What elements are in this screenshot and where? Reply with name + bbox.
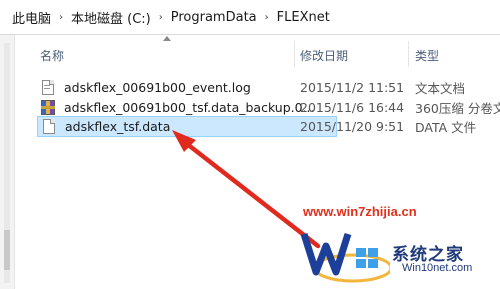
watermark-logo-icon (300, 232, 390, 283)
watermark-subtitle: Win10net.com (402, 262, 473, 274)
watermark-url: www.win7zhijia.cn (303, 204, 417, 219)
